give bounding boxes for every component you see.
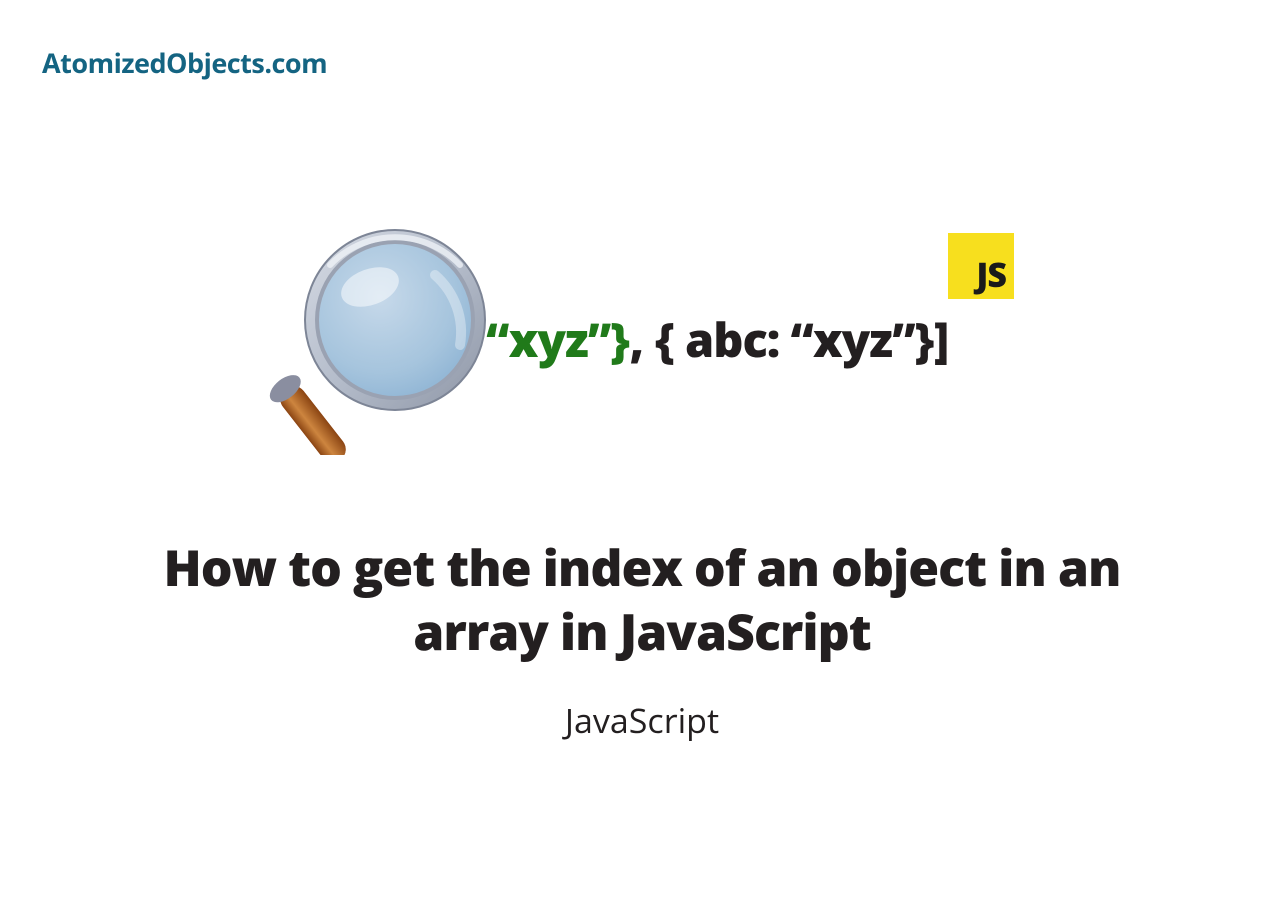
code-close-bracket: ] [934,307,948,371]
hero-area: JS [{ abc: “xyz”}, { abc: “xyz”}] [0,225,1284,743]
code-highlighted-object: { abc: “xyz”} [350,307,630,371]
code-open-bracket: [ [336,307,350,371]
code-snippet: [{ abc: “xyz”}, { abc: “xyz”}] [336,307,948,371]
site-logo[interactable]: AtomizedObjects.com [42,44,327,81]
code-normal-object: { abc: “xyz”} [654,307,934,371]
js-badge: JS [948,233,1014,299]
article-title: How to get the index of an object in an … [162,535,1122,663]
js-badge-label: JS [976,251,1006,297]
code-separator: , [630,307,655,371]
category-label: JavaScript [565,697,719,743]
code-illustration: JS [{ abc: “xyz”}, { abc: “xyz”}] [0,225,1284,435]
